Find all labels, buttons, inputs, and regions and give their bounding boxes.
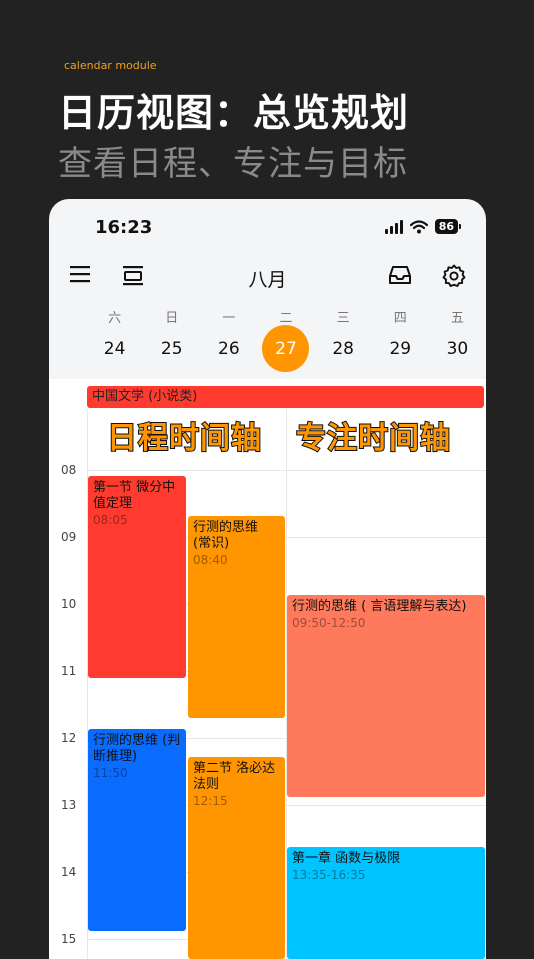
weekday-label: 五 (450, 311, 464, 326)
event-title: 第一节 微分中值定理 (93, 480, 176, 511)
hour-label: 12 (61, 731, 77, 745)
date-28[interactable]: 28 (315, 336, 372, 362)
event-title: 第二节 洛必达法则 (193, 761, 276, 792)
event-block[interactable]: 第一节 微分中值定理 08:05 (88, 476, 186, 678)
focus-timeline-label: 专注时间轴 (295, 420, 451, 457)
event-time: 12:15 (193, 794, 228, 808)
event-time: 09:50-12:50 (292, 616, 366, 630)
month-title[interactable]: 八月 (49, 265, 486, 292)
promo-subtitle: 查看日程、专注与目标 (58, 144, 408, 184)
wifi-icon (409, 219, 428, 233)
event-title: 第一章 函数与极限 (292, 851, 401, 866)
event-title: 行测的思维 (常识) (193, 520, 259, 551)
inbox-icon[interactable] (388, 264, 412, 286)
calendar-toolbar: 八月 (49, 259, 486, 293)
schedule-timeline-label: 日程时间轴 (106, 420, 262, 457)
weekday-label: 二 (279, 311, 293, 326)
hour-label: 08 (61, 463, 77, 477)
event-block[interactable]: 行测的思维 (判断推理) 11:50 (88, 729, 186, 931)
hour-label: 15 (61, 932, 77, 946)
phone-screen: 16:23 86 八月 六 日 一 二 三 四 五 24 25 26 27 28… (49, 199, 486, 959)
hour-label: 13 (61, 798, 77, 812)
event-block[interactable]: 行测的思维 ( 言语理解与表达) 09:50-12:50 (287, 595, 485, 797)
event-time: 11:50 (93, 766, 128, 780)
status-icons: 86 (384, 219, 462, 234)
weekday-label: 一 (222, 311, 236, 326)
hour-label: 11 (61, 664, 77, 678)
weekday-label: 三 (336, 311, 350, 326)
date-row: 24 25 26 27 28 29 30 (86, 325, 486, 372)
event-time: 08:40 (193, 553, 228, 567)
date-24[interactable]: 24 (86, 336, 143, 362)
event-block[interactable]: 行测的思维 (常识) 08:40 (188, 516, 285, 718)
promo-tag: calendar module (64, 59, 157, 72)
date-25[interactable]: 25 (143, 336, 200, 362)
status-time: 16:23 (95, 217, 153, 238)
event-block[interactable]: 第一章 函数与极限 13:35-16:35 (287, 847, 485, 959)
weekday-label: 六 (108, 311, 122, 326)
hour-label: 10 (61, 597, 77, 611)
hour-label: 14 (61, 865, 77, 879)
event-block[interactable]: 第二节 洛必达法则 12:15 (188, 757, 285, 959)
date-30[interactable]: 30 (429, 336, 486, 362)
signal-icon (384, 219, 403, 234)
event-title: 行测的思维 ( 言语理解与表达) (292, 599, 467, 614)
date-27-today[interactable]: 27 (257, 325, 314, 372)
date-26[interactable]: 26 (200, 336, 257, 362)
gear-icon[interactable] (442, 264, 466, 288)
weekday-label: 四 (393, 311, 407, 326)
weekday-label: 日 (165, 311, 179, 326)
event-time: 08:05 (93, 513, 128, 527)
battery-icon: 86 (434, 219, 462, 234)
promo-title: 日历视图：总览规划 (58, 91, 410, 135)
date-29[interactable]: 29 (372, 336, 429, 362)
all-day-event[interactable]: 中国文学 (小说类) (87, 386, 484, 408)
event-time: 13:35-16:35 (292, 868, 366, 882)
hour-label: 09 (61, 530, 77, 544)
timeline-grid[interactable]: 08 09 10 11 12 13 14 15 中国文学 (小说类) 日程时间轴… (49, 379, 486, 959)
weekday-header: 六 日 一 二 三 四 五 (86, 307, 486, 326)
event-title: 行测的思维 (判断推理) (93, 733, 181, 764)
